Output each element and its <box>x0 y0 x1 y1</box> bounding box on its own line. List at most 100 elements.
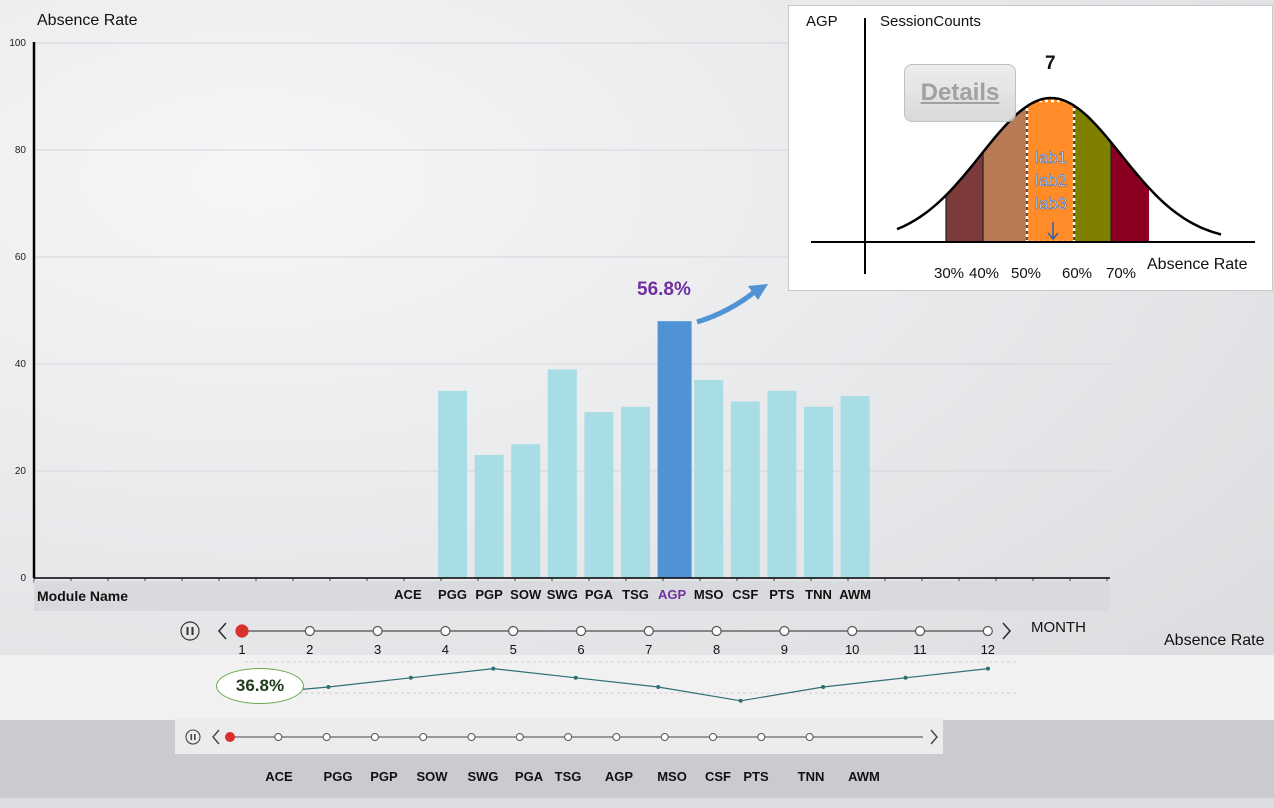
distribution-bin[interactable] <box>1074 66 1111 242</box>
month-node-1[interactable] <box>235 624 249 638</box>
module-label-ace: ACE <box>265 769 293 784</box>
bar-mso[interactable] <box>694 380 724 578</box>
bin-label-lab1: lab1 <box>1035 148 1067 167</box>
x-tick-label-agp: AGP <box>658 587 687 602</box>
module-label-sow: SOW <box>416 769 448 784</box>
highlight-value-label: 56.8% <box>637 279 691 300</box>
month-node-4[interactable] <box>440 625 451 637</box>
module-label-awm: AWM <box>848 769 880 784</box>
module-label-agp: AGP <box>605 769 634 784</box>
pause-icon[interactable] <box>185 729 201 745</box>
chevron-right-icon[interactable] <box>930 729 938 745</box>
distribution-bin[interactable] <box>1111 66 1149 242</box>
module-label-csf: CSF <box>705 769 731 784</box>
bar-tsg[interactable] <box>621 406 650 578</box>
module-node-pts[interactable] <box>709 733 717 741</box>
x-axis-title: Module Name <box>37 588 129 604</box>
x-tick-label-sow: SOW <box>510 587 542 602</box>
bar-pga[interactable] <box>584 412 614 578</box>
x-tick-label-csf: CSF <box>732 587 758 602</box>
y-tick-label: 80 <box>15 145 27 156</box>
module-node-pgp[interactable] <box>322 733 331 741</box>
y-tick-label: 60 <box>15 252 27 263</box>
inset-x-tick-label: 60% <box>1062 265 1092 282</box>
distribution-chart: 30% 40% 50% 60% 70% lab1 lab2 lab3 <box>811 18 1255 282</box>
y-tick-label: 0 <box>20 573 26 584</box>
line-chart-background <box>0 655 1274 720</box>
chevron-right-icon[interactable] <box>1002 622 1012 640</box>
module-node-agp[interactable] <box>564 733 573 741</box>
bar-pgg[interactable] <box>438 390 467 578</box>
x-tick-label-swg: SWG <box>547 587 578 602</box>
module-node-swg[interactable] <box>419 733 428 741</box>
inset-peak-count: 7 <box>1045 53 1056 74</box>
x-tick-label-pts: PTS <box>769 587 795 602</box>
details-button[interactable]: Details <box>904 64 1016 122</box>
month-node-6[interactable] <box>575 625 587 637</box>
inset-y-label: SessionCounts <box>880 13 981 30</box>
bar-swg[interactable] <box>547 369 577 578</box>
month-node-11[interactable] <box>914 625 926 637</box>
line-point[interactable] <box>491 666 496 671</box>
line-point[interactable] <box>821 685 826 689</box>
timeline-month-label: MONTH <box>1031 619 1086 636</box>
callout-arrow <box>696 288 759 325</box>
chevron-left-icon[interactable] <box>212 729 220 745</box>
bar-awm[interactable] <box>840 396 870 578</box>
line-point[interactable] <box>408 675 413 680</box>
line-point[interactable] <box>656 685 661 689</box>
month-node-10[interactable] <box>847 625 858 637</box>
module-label-pga: PGA <box>515 769 544 784</box>
bar-sow[interactable] <box>511 444 541 578</box>
chevron-left-icon[interactable] <box>217 622 227 640</box>
month-node-7[interactable] <box>643 625 654 637</box>
module-node-tsg[interactable] <box>515 733 524 741</box>
module-node-ace[interactable] <box>225 732 235 742</box>
month-node-8[interactable] <box>711 625 722 637</box>
module-label-mso: MSO <box>657 769 687 784</box>
module-label-pgp: PGP <box>370 769 398 784</box>
inset-x-tick-label: 50% <box>1011 265 1041 282</box>
month-node-12[interactable] <box>982 625 993 637</box>
module-node-pga[interactable] <box>467 733 476 741</box>
line-point-callout: 36.8% <box>216 668 304 704</box>
x-tick-label-pgg: PGG <box>438 587 467 602</box>
line-chart <box>0 655 1274 720</box>
bar-tnn[interactable] <box>804 406 833 578</box>
line-point[interactable] <box>326 685 331 689</box>
module-label-swg: SWG <box>467 769 498 784</box>
month-node-9[interactable] <box>779 625 790 637</box>
module-timeline[interactable] <box>175 718 943 754</box>
pause-icon[interactable] <box>180 621 200 641</box>
module-node-pgg[interactable] <box>274 733 283 741</box>
x-tick-label-mso: MSO <box>694 587 724 602</box>
y-tick-label: 20 <box>15 466 27 477</box>
line-point[interactable] <box>738 698 743 703</box>
inset-x-tick-label: 40% <box>969 265 999 282</box>
module-node-tnn[interactable] <box>757 733 766 741</box>
inset-x-label: Absence Rate <box>1147 256 1248 273</box>
month-node-3[interactable] <box>372 625 383 637</box>
line-point[interactable] <box>573 675 578 680</box>
line-point[interactable] <box>903 675 908 680</box>
module-node-sow[interactable] <box>370 733 379 741</box>
bin-label-lab3: lab3 <box>1035 194 1067 213</box>
month-node-5[interactable] <box>508 625 519 637</box>
module-label-pts: PTS <box>743 769 769 784</box>
module-label-tsg: TSG <box>555 769 582 784</box>
line-point[interactable] <box>986 666 990 671</box>
y-axis-title: Absence Rate <box>37 12 138 29</box>
module-labels: ACE PGG PGP SOW SWG PGA TSG AGP MSO CSF PTS TNN AWM <box>265 769 880 784</box>
month-node-2[interactable] <box>304 625 315 637</box>
inset-x-tick-label: 30% <box>934 265 964 282</box>
x-tick-label-tsg: TSG <box>622 587 649 602</box>
module-node-awm[interactable] <box>805 733 814 741</box>
bar-csf[interactable] <box>730 401 760 578</box>
module-node-mso[interactable] <box>612 733 621 741</box>
bar-pts[interactable] <box>767 390 797 578</box>
module-node-csf[interactable] <box>660 733 669 741</box>
bar-agp[interactable] <box>657 321 692 578</box>
bar-pgp[interactable] <box>474 454 504 578</box>
line-chart-y-label: Absence Rate <box>1164 632 1265 649</box>
footer-strip <box>0 798 1274 808</box>
